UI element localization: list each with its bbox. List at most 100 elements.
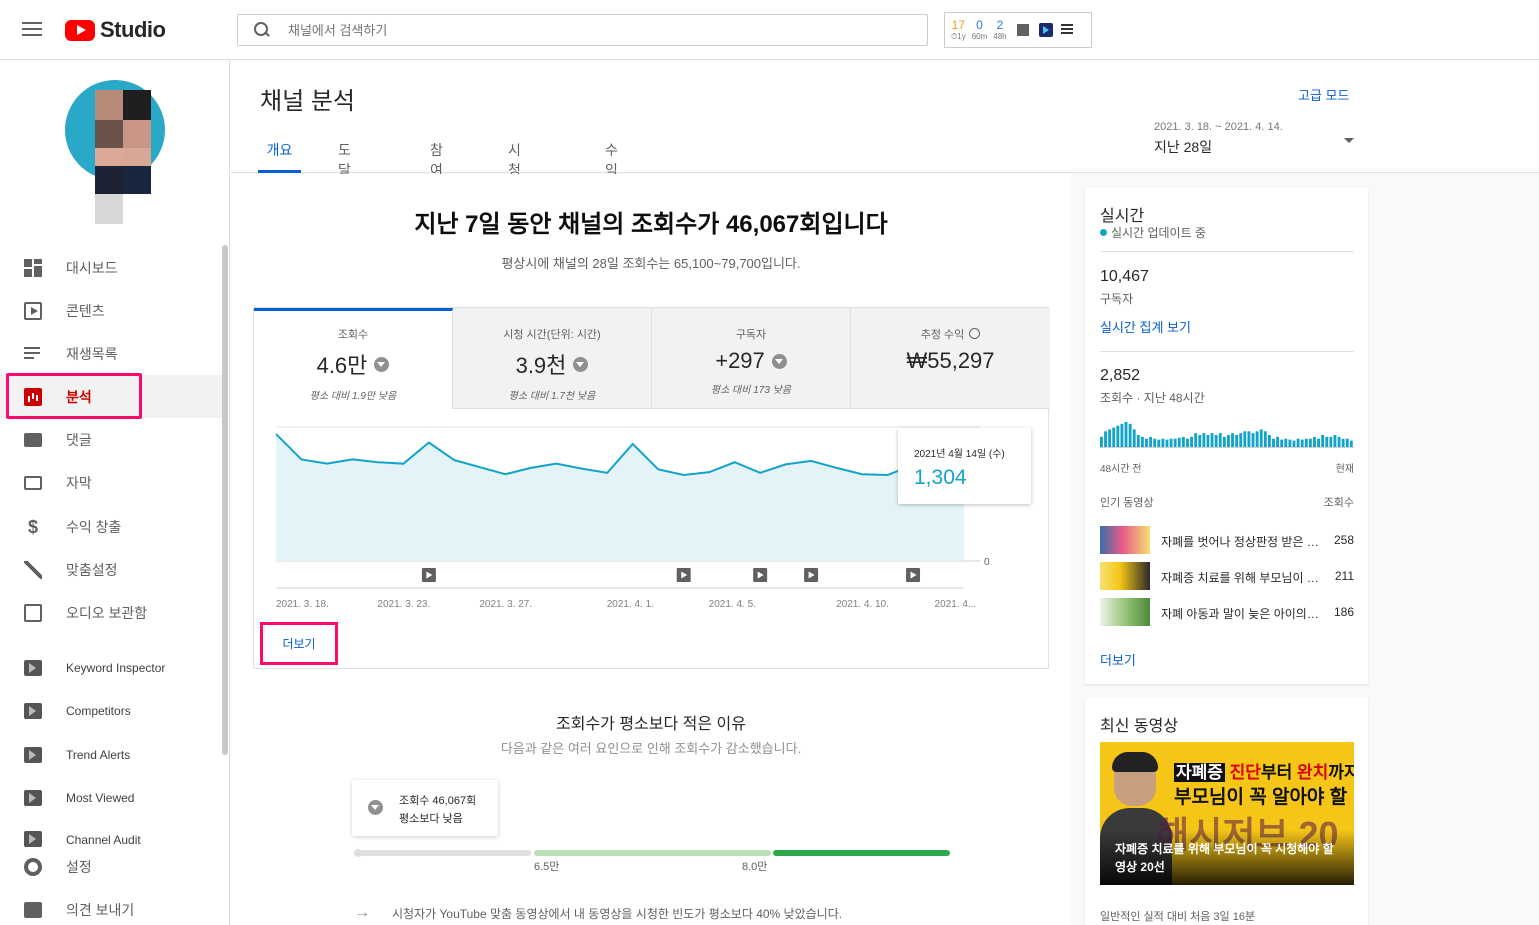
hamburger-menu-icon[interactable] [22,22,42,38]
extension-logo-icon[interactable] [1038,23,1053,37]
metric-value: 3.9천 [515,353,567,378]
avatar-pixel [95,148,123,166]
hourly-bar [1272,438,1275,448]
tab-overview[interactable]: 개요 [258,140,301,173]
hourly-bar [1317,438,1320,448]
hourly-bar [1341,438,1345,448]
metric-label: 추정 수익 [920,329,965,341]
sidebar-item-analytics[interactable]: 분석 [0,375,222,418]
metric-tabs: 조회수 4.6만 평소 대비 1.9만 낮음 시청 시간(단위: 시간) 3.9… [254,308,1050,409]
thumb-text: 완치 [1296,763,1329,782]
youtube-logo-icon [65,19,95,41]
hourly-bar [1104,431,1107,448]
top-video-row[interactable]: 자폐를 벗어나 정상판정 받은 아이 258 [1100,526,1354,556]
sidebar-item-audio-library[interactable]: 오디오 보관함 [0,591,222,634]
sidebar-item-dashboard[interactable]: 대시보드 [0,246,222,289]
hourly-bar [1329,436,1333,448]
sidebar-item-feedback[interactable]: 의견 보내기 [0,888,222,925]
tab-audience[interactable]: 시청자층 [508,140,521,218]
date-range-picker[interactable]: 2021. 3. 18. ~ 2021. 4. 14. 지난 28일 [1154,121,1354,157]
trend-down-icon [771,353,787,369]
video-marker-icon[interactable] [804,568,819,582]
feedback-icon [24,901,42,918]
search-box[interactable] [237,14,928,46]
hourly-bar [1263,431,1267,448]
top-video-row[interactable]: 자폐 아동과 말이 늦은 아이의 차이 186 [1100,598,1354,628]
sidebar-item-most-viewed[interactable]: Most Viewed [0,776,222,819]
metric-value-row: 4.6만 [254,348,452,380]
tab-reach[interactable]: 도달범위 [338,140,351,218]
sidebar-item-keyword-inspector[interactable]: Keyword Inspector [0,646,222,689]
range-high-label: 8.0만 [742,861,768,873]
advanced-mode-link[interactable]: 고급 모드 [1298,85,1349,104]
hourly-bar [1313,436,1316,448]
latest-video-caption: 자폐증 치료를 위해 부모님이 꼭 시청해야 할 영상 20선 [1115,842,1334,874]
hourly-bar [1190,436,1193,448]
extension-icon [24,702,42,719]
hourly-bar [1243,431,1247,448]
hourly-bar [1136,435,1140,448]
sidebar-item-customization[interactable]: 맞춤설정 [0,548,222,591]
metric-label-row: 추정 수익 [851,326,1050,342]
menu-icon[interactable] [1060,24,1073,36]
search-input[interactable] [288,22,888,38]
logo-text: Studio [100,17,166,42]
sidebar-item-label: Keyword Inspector [66,660,166,675]
sidebar-scrollbar[interactable] [222,245,228,755]
hourly-bar [1227,435,1230,448]
extension-widget[interactable]: 17 ⏱1y 0 60m 2 48h [944,12,1092,48]
youtube-studio-logo[interactable]: Studio [65,17,166,43]
subtitle-icon [24,475,42,490]
see-more-button[interactable]: 더보기 [260,622,338,665]
video-marker-icon[interactable] [421,568,436,582]
sidebar-item-playlists[interactable]: 재생목록 [0,332,222,375]
top-video-row[interactable]: 자폐증 치료를 위해 부모님이 꼭 시청해야 할 영상 211 [1100,562,1354,592]
sidebar-item-trend-alerts[interactable]: Trend Alerts [0,733,222,776]
metric-label: 구독자 [735,329,767,341]
realtime-more-link[interactable]: 더보기 [1100,650,1136,669]
sidebar-item-label: 대시보드 [66,259,118,276]
hourly-bar [1247,431,1251,448]
analytics-header: 채널 분석 고급 모드 개요 도달범위 참여도 시청자층 수익 2021. 3.… [231,60,1539,218]
sidebar-item-label: 수익 창출 [66,518,122,535]
hourly-bar [1116,425,1120,448]
metric-tab-views[interactable]: 조회수 4.6만 평소 대비 1.9만 낮음 [254,308,453,409]
tooltip-date: 2021년 4월 14일 (수) [914,449,1005,460]
metric-tab-watch-time[interactable]: 시청 시간(단위: 시간) 3.9천 평소 대비 1.7천 낮음 [453,308,652,409]
video-marker-icon[interactable] [753,568,768,582]
video-marker-icon[interactable] [676,568,691,582]
dropdown-arrow-icon [1344,138,1354,143]
hourly-bar [1337,436,1341,448]
avatar-pixel [95,194,123,224]
hourly-bar [1140,436,1144,448]
latest-video-thumbnail[interactable]: 자폐증 진단부터 완치까지 부모님이 꼭 알아야 할 해시저브 20 자폐증 치… [1100,742,1354,885]
hourly-bar [1210,433,1214,448]
realtime-bar-chart[interactable] [1100,420,1354,448]
hourly-bar [1292,440,1296,448]
sidebar-item-comments[interactable]: 댓글 [0,418,222,461]
sidebar-item-monetization[interactable]: $ 수익 창출 [0,505,222,548]
tab-engagement[interactable]: 참여도 [430,140,443,198]
sidebar-item-subtitles[interactable]: 자막 [0,461,222,504]
metric-tab-subscribers[interactable]: 구독자 +297 평소 대비 173 낮음 [652,308,851,409]
sidebar: 대시보드 콘텐츠 재생목록 분석 댓글 자막 $ 수익 창출 맞춤설정 오디오 보… [0,60,230,925]
thumb-text: 자폐증 [1174,763,1225,782]
video-marker-icon[interactable] [906,568,921,582]
hourly-bar [1132,429,1136,448]
sidebar-item-channel-audit[interactable]: Channel Audit [0,819,222,847]
metric-note: 평소 대비 1.7천 낮음 [508,391,596,402]
sidebar-item-settings[interactable]: 설정 [0,845,222,888]
channel-avatar[interactable] [65,80,165,230]
hourly-bar [1128,423,1132,448]
bar-chart-icon[interactable] [1016,24,1029,36]
reason-row[interactable]: → 시청자가 YouTube 맞춤 동영상에서 내 동영상을 시청한 빈도가 평… [354,904,842,922]
divider [1100,351,1354,352]
tab-revenue[interactable]: 수익 [605,140,618,178]
top-videos-header: 인기 동영상 [1100,497,1154,509]
sidebar-item-competitors[interactable]: Competitors [0,689,222,732]
hourly-bar [1112,427,1116,448]
realtime-count-link[interactable]: 실시간 집계 보기 [1100,317,1191,336]
sidebar-item-content[interactable]: 콘텐츠 [0,289,222,332]
wand-icon [24,560,42,579]
metric-tab-revenue[interactable]: 추정 수익 ₩55,297 [851,308,1050,409]
